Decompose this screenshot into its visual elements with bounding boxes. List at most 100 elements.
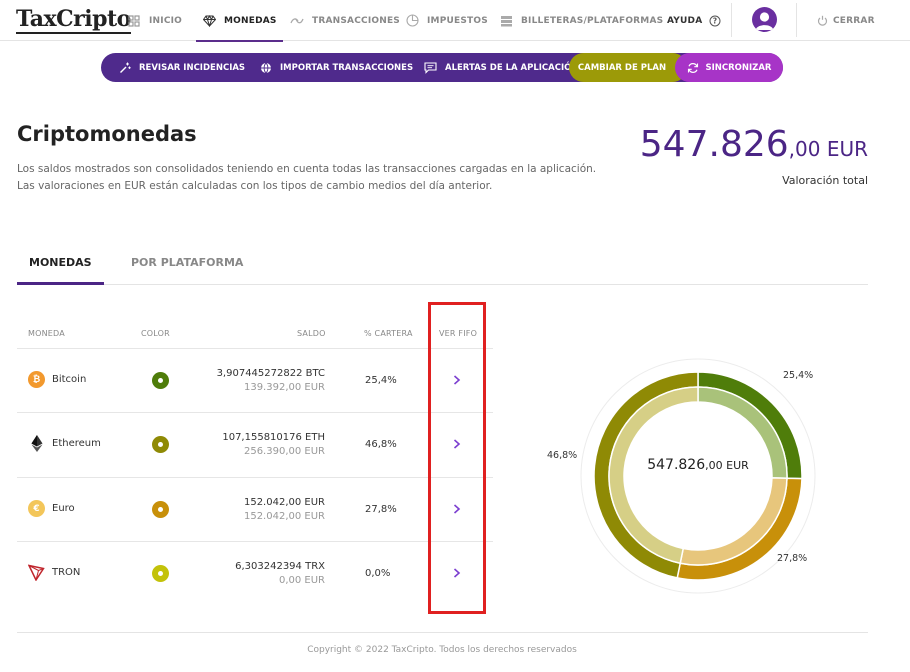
nav-item-inicio[interactable]: INICIO xyxy=(127,0,182,41)
nav-label: TRANSACCIONES xyxy=(312,15,400,26)
divider xyxy=(731,3,732,37)
user-icon xyxy=(755,12,774,30)
grid-icon xyxy=(127,14,141,28)
pie-icon xyxy=(405,14,419,28)
review-label: REVISAR INCIDENCIAS xyxy=(139,62,246,73)
help-label: AYUDA xyxy=(667,15,703,26)
description-line: Las valoraciones en EUR están calculadas… xyxy=(17,180,493,192)
table-row: TRON 6,303242394 TRX 0,00 EUR 0,0% xyxy=(17,541,493,605)
app-alerts-button[interactable]: ALERTAS DE LA APLICACIÓN xyxy=(424,53,578,82)
sync-label: SINCRONIZAR xyxy=(705,62,772,73)
total-valuation: 547.826,00 EUR xyxy=(640,124,868,165)
balance: 152.042,00 EUR 152.042,00 EUR xyxy=(244,496,325,524)
nav-label: INICIO xyxy=(149,15,183,26)
svg-text:?: ? xyxy=(713,16,718,25)
footer-copyright: Copyright © 2022 TaxCripto. Todos los de… xyxy=(307,645,577,655)
table-row: ₿ Bitcoin 3,907445272822 BTC 139.392,00 … xyxy=(17,348,493,412)
avatar[interactable] xyxy=(752,7,777,32)
tab-label: MONEDAS xyxy=(29,255,92,269)
import-transactions-button[interactable]: IMPORTAR TRANSACCIONES xyxy=(260,53,413,82)
balance: 3,907445272822 BTC 139.392,00 EUR xyxy=(217,367,325,395)
total-decimals: ,00 EUR xyxy=(788,137,868,161)
nav-item-billeteras[interactable]: BILLETERAS/PLATAFORMAS xyxy=(499,0,663,41)
transfer-icon xyxy=(290,14,304,28)
balance-amount: 107,155810176 ETH xyxy=(222,432,325,443)
sync-button[interactable]: SINCRONIZAR xyxy=(675,53,783,82)
globe-icon xyxy=(260,62,272,74)
bitcoin-icon: ₿ xyxy=(28,371,45,388)
nav-item-impuestos[interactable]: IMPUESTOS xyxy=(405,0,488,41)
center-decimals: ,00 EUR xyxy=(705,459,749,472)
import-label: IMPORTAR TRANSACCIONES xyxy=(280,62,414,73)
nav-label: BILLETERAS/PLATAFORMAS xyxy=(521,15,664,26)
balance-amount: 3,907445272822 BTC xyxy=(216,368,325,379)
header-portfolio: % CARTERA xyxy=(364,329,413,338)
coin-name: Euro xyxy=(52,503,75,514)
logout-label: CERRAR xyxy=(833,15,875,26)
portfolio-pct: 27,8% xyxy=(365,504,397,515)
slice-label-euro: 27,8% xyxy=(777,553,808,564)
change-plan-button[interactable]: CAMBIAR DE PLAN xyxy=(569,53,687,82)
page-title: Criptomonedas xyxy=(17,122,197,146)
portfolio-pct: 46,8% xyxy=(365,439,397,450)
alerts-label: ALERTAS DE LA APLICACIÓN xyxy=(445,62,579,73)
coin-name: TRON xyxy=(52,567,81,578)
tab-label: POR PLATAFORMA xyxy=(131,255,244,269)
color-swatch xyxy=(152,436,169,453)
balance-eur: 139.392,00 EUR xyxy=(243,382,325,393)
color-swatch xyxy=(152,501,169,518)
review-issues-button[interactable]: REVISAR INCIDENCIAS xyxy=(119,53,245,82)
page-description: Los saldos mostrados son consolidados te… xyxy=(17,161,596,195)
euro-icon: € xyxy=(28,500,45,517)
balance-amount: 152.042,00 EUR xyxy=(243,497,325,508)
slice-label-ethereum: 46,8% xyxy=(547,450,578,461)
view-tabs: MONEDAS POR PLATAFORMA xyxy=(17,240,868,285)
coin-name: Bitcoin xyxy=(52,374,87,385)
balance: 6,303242394 TRX 0,00 EUR xyxy=(235,560,325,588)
portfolio-pct: 25,4% xyxy=(365,375,397,386)
footer-divider xyxy=(17,632,868,633)
logo[interactable]: TaxCripto xyxy=(16,6,131,34)
balance-eur: 152.042,00 EUR xyxy=(243,511,325,522)
nav-label: MONEDAS xyxy=(224,15,277,26)
table-row: Ethereum 107,155810176 ETH 256.390,00 EU… xyxy=(17,412,493,476)
nav-item-transacciones[interactable]: TRANSACCIONES xyxy=(290,0,400,41)
diamond-icon xyxy=(202,14,216,28)
table-row: € Euro 152.042,00 EUR 152.042,00 EUR 27,… xyxy=(17,477,493,541)
balance-eur: 256.390,00 EUR xyxy=(243,446,325,457)
header-color: COLOR xyxy=(141,329,170,338)
description-line: Los saldos mostrados son consolidados te… xyxy=(17,163,597,175)
highlight-box xyxy=(428,302,486,614)
nav-item-monedas[interactable]: MONEDAS xyxy=(196,0,283,42)
coin-name: Ethereum xyxy=(52,438,101,449)
balance-amount: 6,303242394 TRX xyxy=(235,561,325,572)
message-icon xyxy=(424,61,437,74)
slice-label-bitcoin: 25,4% xyxy=(783,370,814,381)
power-icon xyxy=(815,14,829,28)
ethereum-icon xyxy=(28,435,45,452)
chart-center-total: 547.826,00 EUR xyxy=(579,457,817,473)
help-link[interactable]: AYUDA ? xyxy=(667,0,722,41)
color-swatch xyxy=(152,565,169,582)
logo-text: TaxCripto xyxy=(16,6,131,34)
tab-por-plataforma[interactable]: POR PLATAFORMA xyxy=(119,240,255,284)
action-bar: REVISAR INCIDENCIAS IMPORTAR TRANSACCION… xyxy=(101,53,783,82)
wand-icon xyxy=(119,62,131,74)
plan-label: CAMBIAR DE PLAN xyxy=(577,62,667,73)
top-navbar: TaxCripto INICIO MONEDAS TRANSACCIONES I… xyxy=(0,0,910,42)
divider xyxy=(796,3,797,37)
center-integer: 547.826 xyxy=(647,457,706,473)
wallet-icon xyxy=(499,14,513,28)
tab-monedas[interactable]: MONEDAS xyxy=(17,240,104,285)
header-balance: SALDO xyxy=(297,329,326,338)
portfolio-pct: 0,0% xyxy=(365,568,391,579)
logout-button[interactable]: CERRAR xyxy=(815,0,875,41)
balance: 107,155810176 ETH 256.390,00 EUR xyxy=(222,431,325,459)
color-swatch xyxy=(152,372,169,389)
nav-label: IMPUESTOS xyxy=(427,15,488,26)
refresh-icon xyxy=(687,62,699,74)
help-icon: ? xyxy=(708,14,722,28)
total-label: Valoración total xyxy=(782,174,868,187)
header-coin: MONEDA xyxy=(28,329,65,338)
balance-eur: 0,00 EUR xyxy=(278,575,325,586)
